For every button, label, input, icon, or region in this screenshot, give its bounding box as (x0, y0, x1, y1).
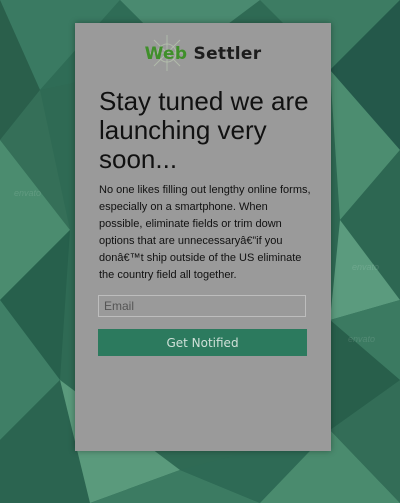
email-input[interactable] (98, 295, 306, 317)
intro-paragraph: No one likes filling out lengthy online … (99, 184, 311, 281)
brand-logo[interactable]: Web Settler (75, 35, 331, 71)
watermark-text: envato (352, 262, 380, 272)
page-headline: Stay tuned we are launching very soon... (99, 86, 309, 174)
watermark-text: envato (348, 334, 376, 344)
brand-name-web: Web (144, 44, 188, 64)
watermark-text: envato (14, 188, 42, 198)
brand-name: Web Settler (145, 44, 262, 64)
get-notified-button[interactable]: Get Notified (98, 329, 307, 356)
signup-card: Web Settler Stay tuned we are launching … (75, 23, 331, 451)
brand-name-settler: Settler (193, 44, 262, 64)
